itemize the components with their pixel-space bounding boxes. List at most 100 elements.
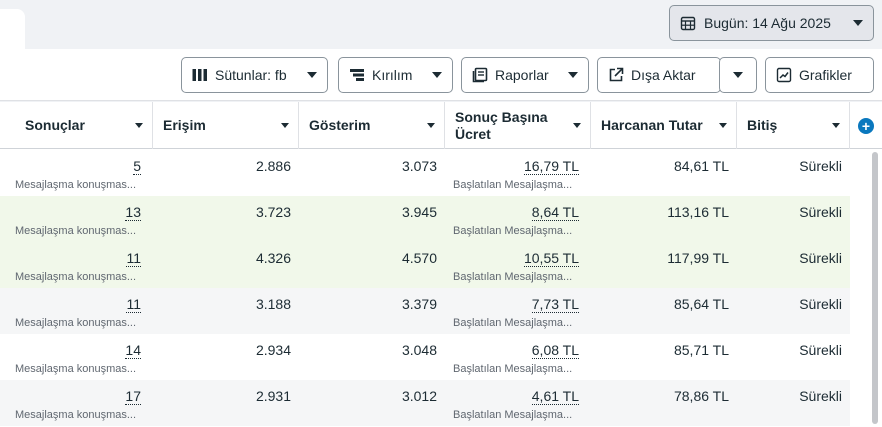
reach-value: 4.326 — [255, 250, 291, 266]
reports-button[interactable]: Raporlar — [461, 57, 589, 93]
breakdown-button[interactable]: Kırılım — [338, 57, 453, 93]
results-type: Mesajlaşma konuşmas... — [15, 317, 137, 329]
column-header-results[interactable]: Sonuçlar — [0, 102, 153, 149]
table-row[interactable]: 14 Mesajlaşma konuşmas... 2.934 3.048 6,… — [0, 334, 850, 380]
chevron-down-icon — [568, 72, 578, 78]
impressions-value: 3.073 — [401, 158, 437, 174]
ends-value: Sürekli — [799, 204, 842, 220]
cost-per-result-type: Başlatılan Mesajlaşma... — [453, 179, 573, 191]
header-label: Harcanan Tutar — [601, 117, 703, 133]
ends-value: Sürekli — [799, 388, 842, 404]
results-value[interactable]: 11 — [126, 250, 141, 267]
cell-cost-per-result: 10,55 TL Başlatılan Mesajlaşma... — [445, 242, 591, 288]
results-value[interactable]: 17 — [125, 388, 141, 405]
amount-spent-value: 78,86 TL — [673, 388, 729, 404]
cell-ends: Sürekli — [737, 150, 850, 196]
cost-per-result-type: Başlatılan Mesajlaşma... — [453, 317, 573, 329]
cost-per-result-type: Başlatılan Mesajlaşma... — [453, 271, 573, 283]
cell-cost-per-result: 16,79 TL Başlatılan Mesajlaşma... — [445, 150, 591, 196]
export-button[interactable]: Dışa Aktar — [597, 57, 721, 93]
cell-amount-spent: 113,16 TL — [591, 196, 737, 242]
cell-amount-spent: 85,64 TL — [591, 288, 737, 334]
cell-cost-per-result: 8,64 TL Başlatılan Mesajlaşma... — [445, 196, 591, 242]
columns-button[interactable]: Sütunlar: fb — [181, 57, 328, 93]
plus-circle-icon[interactable]: + — [858, 118, 874, 134]
amount-spent-value: 113,16 TL — [667, 204, 729, 220]
amount-spent-value: 84,61 TL — [673, 158, 729, 174]
cell-results: 14 Mesajlaşma konuşmas... — [0, 334, 153, 380]
cell-reach: 3.188 — [153, 288, 299, 334]
export-icon — [609, 67, 624, 82]
ends-value: Sürekli — [799, 250, 842, 266]
chevron-down-icon — [432, 72, 442, 78]
results-value[interactable]: 13 — [125, 204, 141, 221]
chevron-down-icon — [832, 123, 840, 128]
impressions-value: 3.048 — [401, 342, 437, 358]
ends-value: Sürekli — [799, 296, 842, 312]
charts-button[interactable]: Grafikler — [765, 57, 874, 93]
cell-reach: 2.934 — [153, 334, 299, 380]
date-range-button[interactable]: Bugün: 14 Ağu 2025 — [669, 5, 874, 41]
cell-reach: 3.723 — [153, 196, 299, 242]
cell-amount-spent: 117,99 TL — [591, 242, 737, 288]
cell-impressions: 3.048 — [299, 334, 445, 380]
chevron-down-icon — [427, 123, 435, 128]
table-row[interactable]: 17 Mesajlaşma konuşmas... 2.931 3.012 4,… — [0, 380, 850, 426]
cost-per-result-value[interactable]: 8,64 TL — [531, 204, 579, 221]
chevron-down-icon — [853, 20, 863, 26]
column-header-impressions[interactable]: Gösterim — [299, 102, 445, 149]
cell-cost-per-result: 4,61 TL Başlatılan Mesajlaşma... — [445, 380, 591, 426]
left-panel-tab — [0, 9, 25, 49]
cost-per-result-value[interactable]: 4,61 TL — [531, 388, 579, 405]
cell-results: 17 Mesajlaşma konuşmas... — [0, 380, 153, 426]
reach-value: 3.188 — [255, 296, 291, 312]
results-value[interactable]: 14 — [125, 342, 141, 359]
cell-reach: 4.326 — [153, 242, 299, 288]
cost-per-result-value[interactable]: 10,55 TL — [523, 250, 579, 267]
table-row[interactable]: 11 Mesajlaşma konuşmas... 4.326 4.570 10… — [0, 242, 850, 288]
chevron-down-icon — [719, 123, 727, 128]
cell-amount-spent: 85,71 TL — [591, 334, 737, 380]
ends-value: Sürekli — [799, 342, 842, 358]
reach-value: 2.931 — [255, 388, 291, 404]
cell-reach: 2.931 — [153, 380, 299, 426]
results-type: Mesajlaşma konuşmas... — [15, 271, 137, 283]
column-header-cost-per-result[interactable]: Sonuç Başına Ücret — [445, 102, 591, 149]
cell-impressions: 3.073 — [299, 150, 445, 196]
table-row[interactable]: 11 Mesajlaşma konuşmas... 3.188 3.379 7,… — [0, 288, 850, 334]
results-type: Mesajlaşma konuşmas... — [15, 363, 137, 375]
cost-per-result-value[interactable]: 7,73 TL — [531, 296, 579, 313]
table-row[interactable]: 5 Mesajlaşma konuşmas... 2.886 3.073 16,… — [0, 150, 850, 196]
chevron-down-icon — [307, 72, 317, 78]
results-value[interactable]: 11 — [126, 296, 141, 313]
results-type: Mesajlaşma konuşmas... — [15, 179, 137, 191]
cost-per-result-value[interactable]: 16,79 TL — [523, 158, 579, 175]
column-header-reach[interactable]: Erişim — [153, 102, 299, 149]
cost-per-result-type: Başlatılan Mesajlaşma... — [453, 225, 573, 237]
cell-ends: Sürekli — [737, 242, 850, 288]
column-header-amount-spent[interactable]: Harcanan Tutar — [591, 102, 737, 149]
cost-per-result-type: Başlatılan Mesajlaşma... — [453, 363, 573, 375]
export-options-button[interactable] — [719, 57, 757, 93]
header-label-line2: Ücret — [455, 125, 491, 142]
results-value[interactable]: 5 — [133, 158, 141, 175]
breakdown-icon — [350, 69, 364, 81]
cell-impressions: 4.570 — [299, 242, 445, 288]
cell-results: 11 Mesajlaşma konuşmas... — [0, 288, 153, 334]
impressions-value: 4.570 — [401, 250, 437, 266]
amount-spent-value: 85,64 TL — [673, 296, 729, 312]
cell-amount-spent: 84,61 TL — [591, 150, 737, 196]
export-label: Dışa Aktar — [631, 67, 696, 83]
table-header: Sonuçlar Erişim Gösterim Sonuç Başına Üc… — [0, 102, 882, 149]
cell-cost-per-result: 6,08 TL Başlatılan Mesajlaşma... — [445, 334, 591, 380]
reach-value: 2.934 — [255, 342, 291, 358]
vertical-scrollbar[interactable] — [872, 152, 878, 424]
table-row[interactable]: 13 Mesajlaşma konuşmas... 3.723 3.945 8,… — [0, 196, 850, 242]
header-label: Erişim — [163, 117, 206, 133]
amount-spent-value: 117,99 TL — [667, 250, 729, 266]
columns-icon — [192, 69, 207, 81]
cost-per-result-value[interactable]: 6,08 TL — [531, 342, 579, 359]
cell-ends: Sürekli — [737, 380, 850, 426]
column-header-ends[interactable]: Bitiş — [737, 102, 850, 149]
cell-ends: Sürekli — [737, 196, 850, 242]
